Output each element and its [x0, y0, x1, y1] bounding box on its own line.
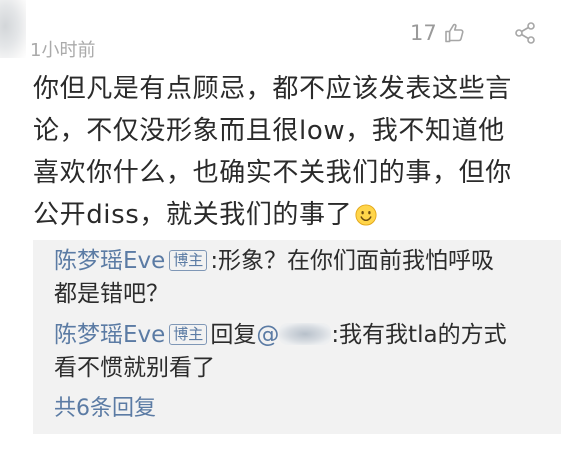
mention-prefix: @: [256, 322, 280, 348]
author-badge: 博主: [169, 324, 208, 345]
reply-line: 陈梦瑶Eve 博主 回复@ :我有我tla的方式: [54, 319, 554, 352]
reply-item: 陈梦瑶Eve 博主:形象？在你们面前我怕呼吸 都是错吧？: [54, 245, 554, 311]
reply-text: :形象？在你们面前我怕呼吸: [210, 248, 495, 274]
like-button[interactable]: 17: [410, 18, 467, 48]
reply-line: 陈梦瑶Eve 博主:形象？在你们面前我怕呼吸: [54, 245, 554, 278]
blurred-mention-name: [279, 323, 332, 345]
reply-item: 陈梦瑶Eve 博主 回复@ :我有我tla的方式 看不惯就别看了: [54, 319, 554, 385]
author-badge: 博主: [169, 250, 208, 271]
avatar[interactable]: [0, 0, 26, 58]
comment-line-text: 公开diss，就关我们的事了: [33, 200, 353, 230]
replies-panel: 陈梦瑶Eve 博主:形象？在你们面前我怕呼吸 都是错吧？ 陈梦瑶Eve 博主 回复@:…: [33, 240, 561, 434]
reply-text: :我有我tla的方式: [331, 322, 507, 348]
mention-link[interactable]: @: [256, 322, 332, 348]
comment-screen: 1小时前 17 你但凡是有点顾忌，都不应该发表这些言 论，不仅没形象而且很low…: [0, 0, 574, 451]
reply-text-continued: 都是错吧？: [54, 281, 169, 307]
comment-line: 喜欢你什么，也确实不关我们的事，但你: [33, 158, 512, 188]
comment-body: 你但凡是有点顾忌，都不应该发表这些言 论，不仅没形象而且很low，我不知道他 喜…: [33, 68, 553, 236]
view-all-replies-link[interactable]: 共6条回复: [54, 394, 156, 424]
smiley-emoji: [355, 204, 377, 226]
reply-word: 回复: [210, 322, 257, 348]
comment-line: 论，不仅没形象而且很low，我不知道他: [33, 116, 505, 146]
comment-timestamp: 1小时前: [30, 40, 96, 61]
reply-text-continued: 看不惯就别看了: [54, 355, 215, 381]
comment-line-last: 公开diss，就关我们的事了: [33, 194, 553, 236]
like-count: 17: [410, 21, 437, 45]
share-icon[interactable]: [513, 21, 537, 45]
thumbs-up-icon: [444, 23, 464, 43]
reply-username[interactable]: 陈梦瑶Eve: [54, 248, 165, 274]
comment-line: 你但凡是有点顾忌，都不应该发表这些言: [33, 74, 512, 104]
reply-username[interactable]: 陈梦瑶Eve: [54, 322, 165, 348]
